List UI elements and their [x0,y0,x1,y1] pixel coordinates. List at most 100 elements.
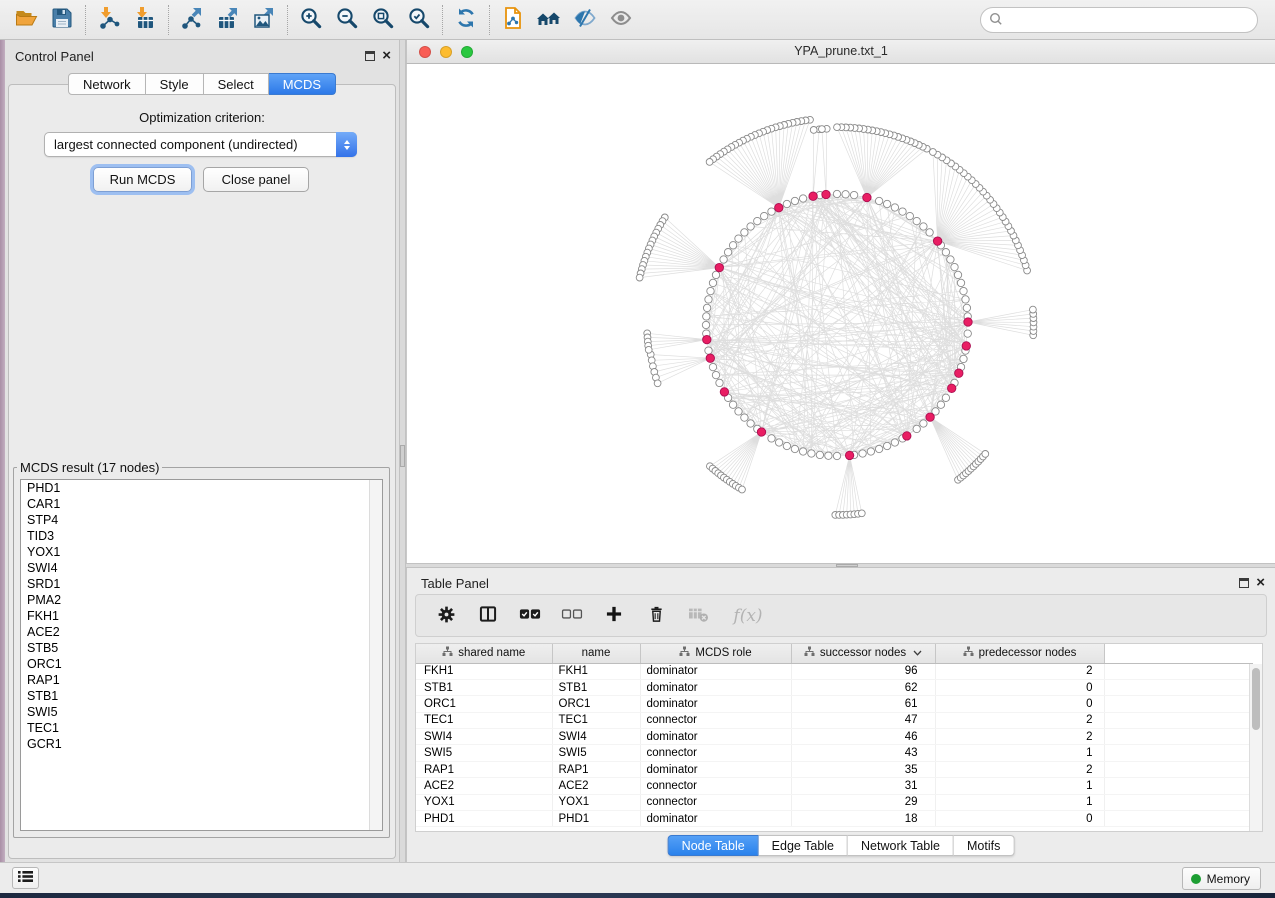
network-node[interactable] [942,394,949,401]
scrollbar-thumb[interactable] [1252,668,1260,730]
network-node[interactable] [754,217,761,224]
network-node[interactable] [720,256,727,263]
network-node[interactable] [775,439,782,446]
network-node[interactable] [645,346,652,353]
network-node[interactable] [735,235,742,242]
network-node[interactable] [963,304,970,311]
network-node[interactable] [741,229,748,236]
table-scrollbar[interactable] [1249,664,1262,831]
mcds-hub-node[interactable] [703,335,711,343]
tab-mcds[interactable]: MCDS [269,73,336,95]
network-node[interactable] [883,442,890,449]
zoom-selected-button[interactable] [401,4,437,36]
select-all-button[interactable] [516,601,544,631]
mcds-hub-node[interactable] [775,204,783,212]
network-node[interactable] [735,408,742,415]
mcds-result-item[interactable]: PHD1 [21,480,382,496]
mcds-hub-node[interactable] [948,384,956,392]
hide-selected-button[interactable] [567,4,603,36]
close-panel-icon[interactable]: × [382,51,391,61]
mcds-result-item[interactable]: RAP1 [21,672,382,688]
delete-column-button[interactable] [642,601,670,631]
table-row[interactable]: SWI4SWI4dominator462 [416,729,1253,745]
network-node[interactable] [716,379,723,386]
network-node[interactable] [706,159,713,166]
network-node[interactable] [703,313,710,320]
network-node[interactable] [875,445,882,452]
network-node[interactable] [920,420,927,427]
mcds-result-item[interactable]: TID3 [21,528,382,544]
search-input[interactable] [1008,10,1257,30]
table-row[interactable]: TEC1TEC1connector472 [416,712,1253,728]
network-node[interactable] [712,371,719,378]
mcds-result-item[interactable]: GCR1 [21,736,382,752]
network-node[interactable] [724,249,731,256]
network-node[interactable] [920,223,927,230]
add-column-button[interactable] [600,601,628,631]
mcds-hub-node[interactable] [706,354,714,362]
tab-select[interactable]: Select [204,73,269,95]
network-node[interactable] [913,217,920,224]
network-node[interactable] [799,195,806,202]
network-node[interactable] [739,486,746,493]
network-node[interactable] [913,425,920,432]
column-layout-button[interactable] [474,601,502,631]
network-node[interactable] [654,380,661,387]
network-node[interactable] [768,435,775,442]
network-node[interactable] [962,296,969,303]
mcds-result-item[interactable]: SWI5 [21,704,382,720]
network-node[interactable] [891,439,898,446]
mcds-result-item[interactable]: STB5 [21,640,382,656]
mcds-result-item[interactable]: ACE2 [21,624,382,640]
open-folder-button[interactable] [8,4,44,36]
tab-node-table[interactable]: Node Table [668,835,759,856]
mcds-result-item[interactable]: STP4 [21,512,382,528]
mcds-hub-node[interactable] [955,369,963,377]
task-history-button[interactable] [12,867,39,889]
network-node[interactable] [810,127,817,134]
table-row[interactable]: YOX1YOX1connector291 [416,794,1253,810]
network-node[interactable] [705,296,712,303]
close-panel-button[interactable]: Close panel [203,167,309,192]
table-row[interactable]: SWI5SWI5connector431 [416,745,1253,761]
share-document-button[interactable] [495,4,531,36]
network-node[interactable] [819,126,826,133]
network-node[interactable] [768,208,775,215]
mcds-result-item[interactable]: CAR1 [21,496,382,512]
tab-motifs[interactable]: Motifs [954,835,1014,856]
network-node[interactable] [747,420,754,427]
import-network-button[interactable] [91,4,127,36]
mcds-result-item[interactable]: YOX1 [21,544,382,560]
network-node[interactable] [702,321,709,328]
mcds-result-item[interactable]: ORC1 [21,656,382,672]
network-node[interactable] [883,200,890,207]
network-node[interactable] [930,149,937,156]
mcds-result-item[interactable]: FKH1 [21,608,382,624]
network-node[interactable] [982,451,989,458]
table-row[interactable]: STB1STB1dominator620 [416,679,1253,695]
network-node[interactable] [833,190,840,197]
mcds-hub-node[interactable] [933,237,941,245]
mcds-hub-node[interactable] [809,192,817,200]
network-node[interactable] [942,249,949,256]
optimization-criterion-select[interactable]: largest connected component (undirected) [44,132,357,157]
tab-network-table[interactable]: Network Table [848,835,954,856]
table-row[interactable]: ORC1ORC1dominator610 [416,696,1253,712]
network-node[interactable] [747,223,754,230]
column-header-successor-nodes[interactable]: successor nodes [791,644,935,663]
network-node[interactable] [875,197,882,204]
network-node[interactable] [960,287,967,294]
network-node[interactable] [783,200,790,207]
network-node[interactable] [964,330,971,337]
network-node[interactable] [707,287,714,294]
network-node[interactable] [906,212,913,219]
tab-edge-table[interactable]: Edge Table [759,835,848,856]
mcds-hub-node[interactable] [757,428,765,436]
network-node[interactable] [816,451,823,458]
table-row[interactable]: PHD1PHD1dominator180 [416,811,1253,827]
destroy-table-button[interactable] [684,601,712,631]
splitter-grip[interactable] [400,445,405,467]
network-view[interactable] [406,64,1275,563]
memory-button[interactable]: Memory [1182,867,1261,890]
mcds-result-item[interactable]: STB1 [21,688,382,704]
